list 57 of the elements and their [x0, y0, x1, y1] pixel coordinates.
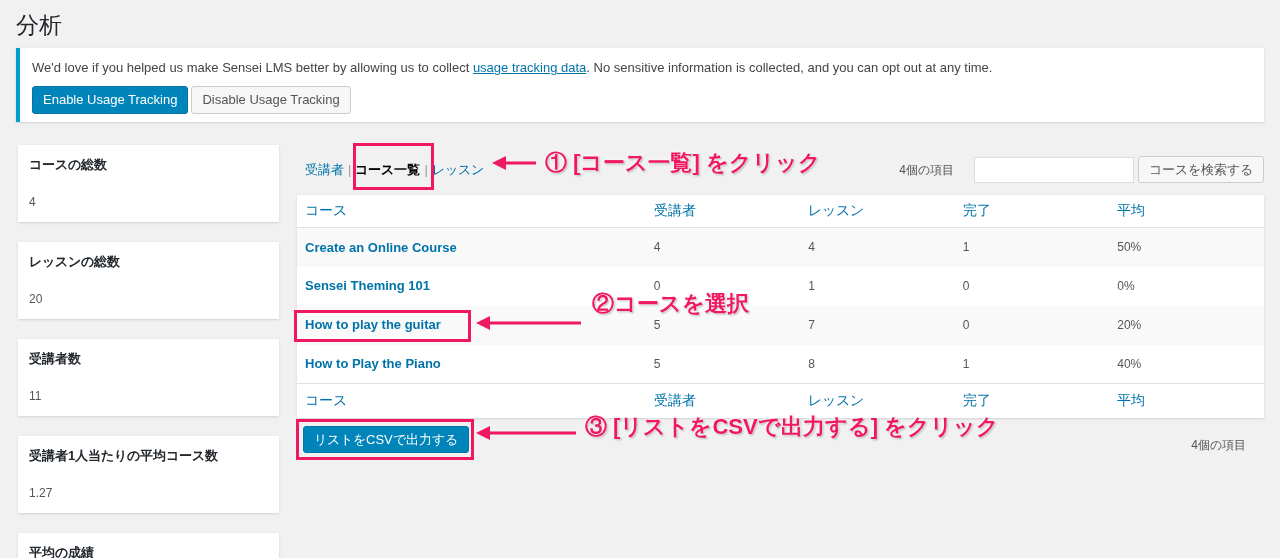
column-header[interactable]: 受講者 [653, 392, 696, 409]
page-title: 分析 [16, 11, 63, 40]
table-cell: 40% [1117, 356, 1142, 371]
item-count: 4個の項目 [1191, 436, 1246, 454]
column-header[interactable]: 完了 [962, 392, 991, 409]
table-cell: 5 [653, 318, 661, 332]
export-csv-button[interactable]: リストをCSVで出力する [303, 426, 469, 453]
table-cell: 7 [808, 318, 815, 332]
annotation-text: ① [コース一覧] をクリック [545, 149, 821, 177]
search-button[interactable]: コースを検索する [1138, 156, 1264, 183]
course-link[interactable]: How to Play the Piano [305, 356, 441, 371]
column-header[interactable]: レッスン [808, 392, 865, 409]
item-count: 4個の項目 [899, 161, 954, 179]
table-cell: 0 [962, 318, 970, 332]
column-header[interactable]: コース [305, 392, 347, 409]
column-header[interactable]: 完了 [954, 194, 1110, 228]
annotation-arrow [492, 155, 536, 171]
stat-title: 受講者数 [29, 349, 82, 368]
column-header[interactable]: 平均 [1109, 194, 1264, 228]
table-cell: 0 [653, 279, 661, 293]
stat-value: 4 [29, 193, 37, 211]
notice-text: We'd love if you helped us make Sensei LMS better by allowing us to collect usage tracking data. No sensitive information is collected, and you can opt out at any time. [32, 59, 994, 77]
view-tab[interactable]: レッスン [431, 159, 484, 180]
enable-tracking-button[interactable]: Enable Usage Tracking [32, 85, 189, 114]
column-header[interactable]: レッスン [800, 194, 955, 228]
tab-separator: | [424, 160, 428, 179]
table-cell: 0% [1117, 279, 1135, 293]
view-tab[interactable]: コース一覧 [355, 159, 421, 180]
course-link[interactable]: Create an Online Course [305, 239, 457, 255]
annotation-text: ③ [リストをCSVで出力する] をクリック [585, 413, 1000, 441]
table-cell: 4 [653, 240, 661, 255]
tab-separator: | [348, 160, 352, 179]
stat-title: 平均の成績 [29, 543, 95, 558]
table-cell: 1 [962, 240, 970, 255]
stat-title: レッスンの総数 [29, 252, 121, 271]
table-cell: 5 [653, 356, 661, 371]
table-cell: 4 [808, 240, 815, 255]
column-header[interactable]: 受講者 [645, 194, 801, 228]
table-cell: 8 [808, 356, 815, 371]
stat-value: 11 [29, 387, 43, 405]
stat-value: 1.27 [29, 484, 54, 502]
stat-title: 受講者1人当たりの平均コース数 [29, 446, 220, 465]
table-cell: 20% [1117, 318, 1142, 332]
table-cell: 0 [962, 279, 970, 293]
search-field[interactable] [974, 156, 1134, 183]
view-tab[interactable]: 受講者 [305, 159, 344, 180]
disable-tracking-button[interactable]: Disable Usage Tracking [191, 85, 351, 114]
table-cell: 50% [1117, 240, 1142, 255]
stat-title: コースの総数 [29, 155, 108, 174]
table-cell: 1 [808, 279, 815, 293]
annotation-text: ②コースを選択 [592, 290, 749, 318]
course-link[interactable]: Sensei Theming 101 [305, 278, 430, 294]
stat-value: 20 [29, 290, 44, 308]
table-cell: 1 [962, 356, 970, 371]
column-header[interactable]: コース [297, 194, 646, 228]
column-header[interactable]: 平均 [1117, 392, 1146, 409]
course-link[interactable]: How to play the guitar [305, 317, 441, 333]
